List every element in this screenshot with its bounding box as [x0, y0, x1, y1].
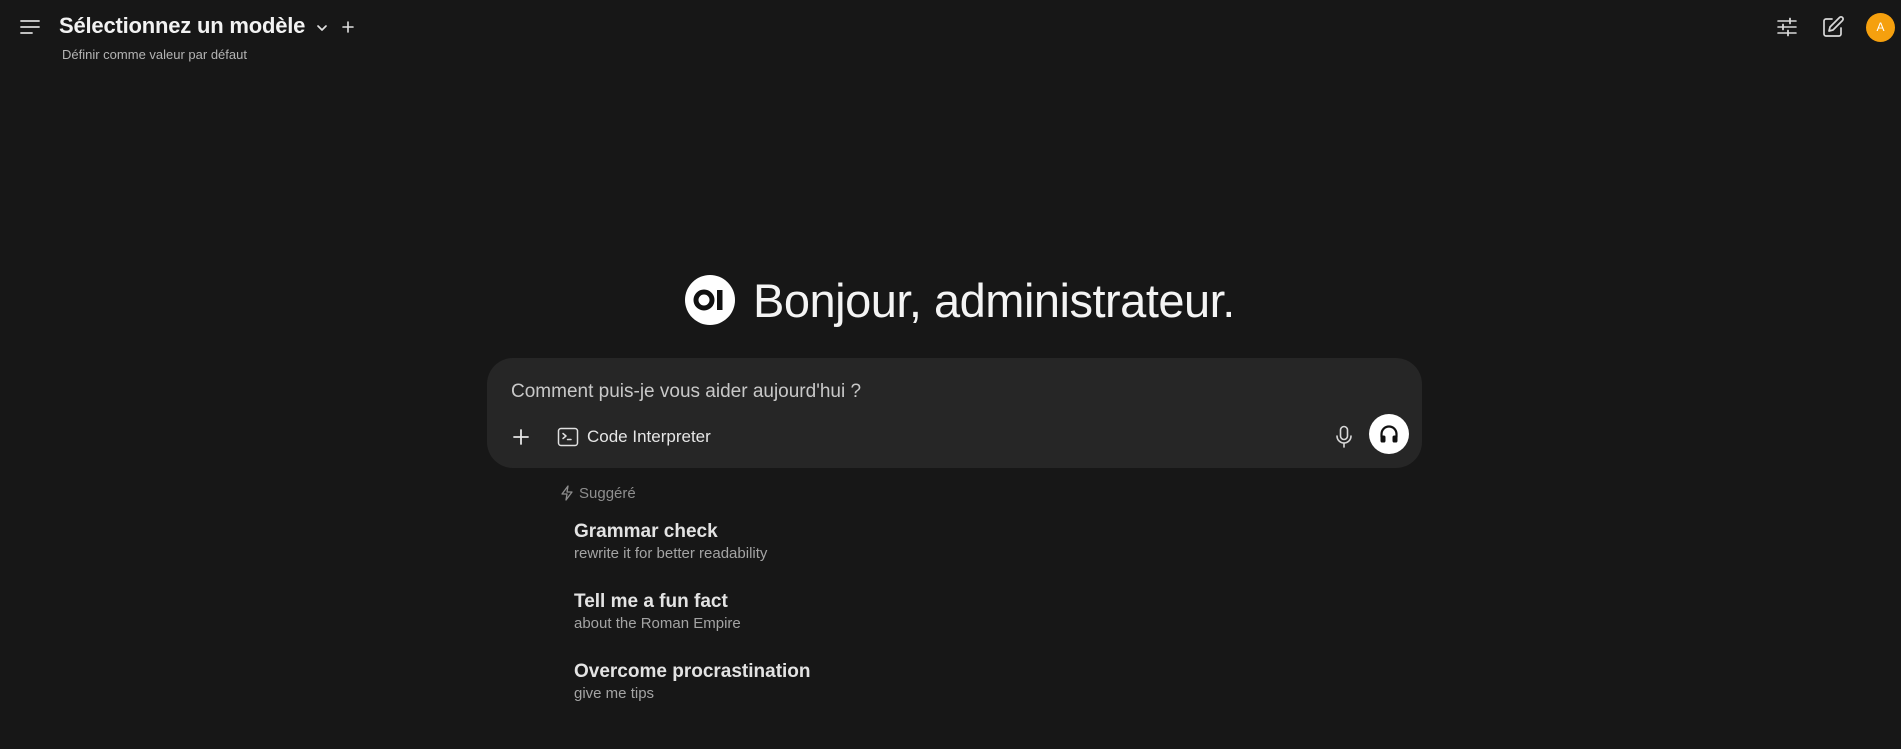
greeting-text: Bonjour, administrateur. — [753, 273, 1235, 327]
model-selector: Sélectionnez un modèle — [59, 10, 355, 42]
suggestion-title: Overcome procrastination — [574, 661, 811, 682]
openwebui-logo-icon — [693, 289, 723, 311]
add-model-button[interactable] — [341, 20, 355, 34]
suggestion-subtitle: about the Roman Empire — [574, 615, 741, 632]
suggestion-title: Tell me a fun fact — [574, 591, 728, 612]
suggestion-title: Grammar check — [574, 521, 718, 542]
voice-mode-button[interactable] — [1369, 414, 1409, 454]
suggestion-subtitle: give me tips — [574, 685, 655, 702]
controls-button[interactable] — [1774, 14, 1800, 40]
code-interpreter-label: Code Interpreter — [587, 427, 711, 446]
sidebar-toggle-button[interactable] — [18, 15, 42, 39]
header-actions: A — [1774, 12, 1895, 42]
attach-button[interactable] — [506, 422, 536, 452]
page: Sélectionnez un modèle Définir comme val… — [0, 0, 1901, 749]
greeting: Bonjour, administrateur. — [685, 270, 1235, 330]
suggested-label: Suggéré — [579, 484, 636, 502]
microphone-icon — [1336, 425, 1352, 448]
plus-icon — [513, 429, 529, 445]
model-selector-title[interactable]: Sélectionnez un modèle — [59, 13, 305, 39]
code-interpreter-button[interactable]: Code Interpreter — [557, 422, 711, 452]
plus-icon — [342, 20, 355, 33]
sliders-icon — [1777, 17, 1797, 37]
user-avatar[interactable]: A — [1866, 12, 1895, 42]
model-logo — [685, 275, 735, 325]
edit-icon — [1823, 16, 1844, 37]
set-default-link[interactable]: Définir comme valeur par défaut — [62, 47, 247, 62]
chevron-down-icon[interactable] — [315, 21, 329, 35]
suggestion-list: Grammar check rewrite it for better read… — [574, 520, 811, 730]
new-chat-button[interactable] — [1820, 14, 1846, 40]
chat-input[interactable] — [509, 378, 1333, 406]
terminal-icon — [557, 427, 579, 447]
chat-input-box: Code Interpreter — [487, 358, 1422, 468]
bolt-icon — [561, 485, 573, 501]
suggestion-item[interactable]: Grammar check rewrite it for better read… — [574, 520, 811, 590]
suggested-heading: Suggéré — [560, 483, 636, 503]
headphones-icon — [1380, 425, 1398, 443]
suggestion-item[interactable]: Tell me a fun fact about the Roman Empir… — [574, 590, 811, 660]
dictate-button[interactable] — [1329, 422, 1359, 452]
suggestion-item[interactable]: Overcome procrastination give me tips — [574, 660, 811, 730]
suggestion-subtitle: rewrite it for better readability — [574, 545, 768, 562]
menu-icon — [20, 20, 40, 34]
